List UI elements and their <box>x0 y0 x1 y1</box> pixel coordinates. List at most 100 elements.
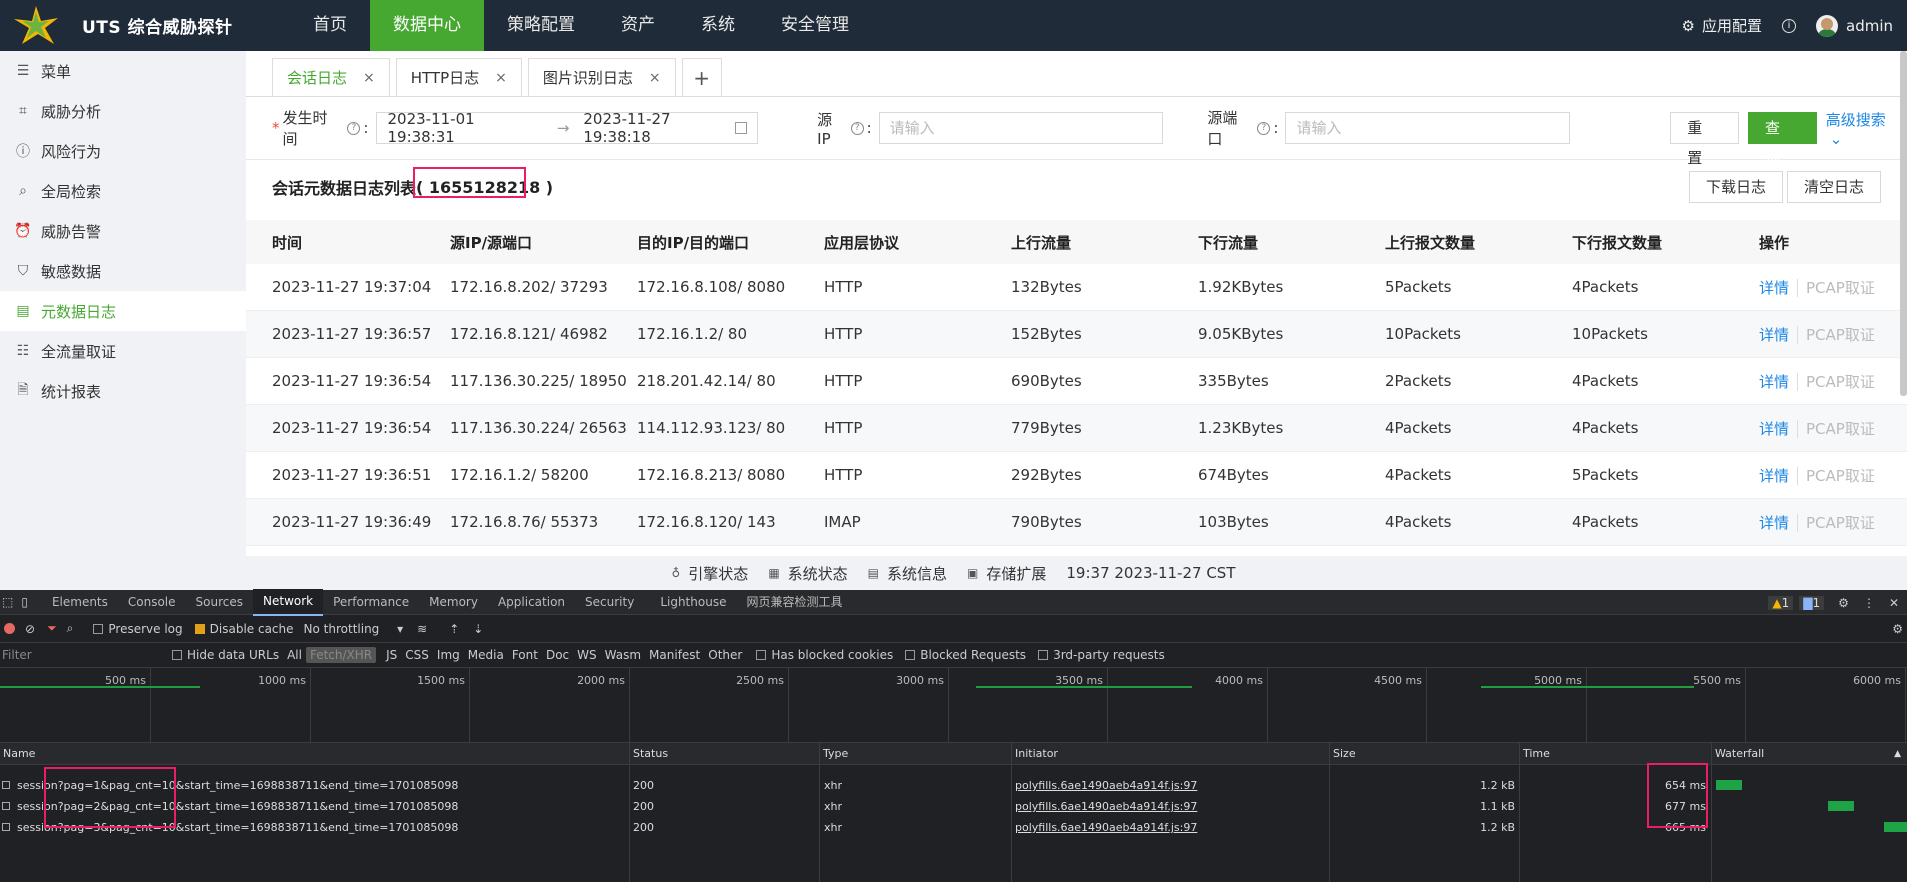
table-row[interactable]: 2023-11-27 19:37:04 172.16.8.202/ 37293 17… <box>246 264 1907 311</box>
date-range-picker[interactable]: 2023-11-01 19:38:31 → 2023-11-27 19:38:1… <box>376 110 759 146</box>
logo[interactable]: UTS 综合威胁探针 <box>0 0 290 51</box>
vertical-scrollbar[interactable] <box>1900 51 1907 396</box>
detail-link[interactable]: 详情 <box>1759 373 1789 391</box>
type-filter-wasm[interactable]: Wasm <box>605 648 641 662</box>
pcap-link[interactable]: PCAP取证 <box>1797 372 1875 391</box>
engine-status[interactable]: ♁ 引擎状态 <box>672 563 749 584</box>
filter-icon[interactable]: ⏷ <box>47 621 57 636</box>
nav-system[interactable]: 系统 <box>678 0 758 51</box>
warning-badge[interactable]: ▲1 <box>1768 595 1794 610</box>
type-filter-doc[interactable]: Doc <box>546 648 569 662</box>
column-header[interactable]: 应用层协议 <box>798 232 985 253</box>
table-row[interactable]: 2023-11-27 19:36:51 172.16.1.2/ 58200 172.… <box>246 452 1907 499</box>
request-initiator[interactable]: polyfills.6ae1490aeb4a914f.js:97 <box>1015 796 1197 817</box>
clear-icon[interactable]: ⊘ <box>25 622 35 636</box>
system-info[interactable]: ▤ 系统信息 <box>868 563 947 584</box>
sidebar-item-sensitive-data[interactable]: ⛉ 敏感数据 <box>0 251 246 291</box>
help-icon[interactable]: ? <box>347 121 361 135</box>
request-initiator[interactable]: polyfills.6ae1490aeb4a914f.js:97 <box>1015 817 1197 838</box>
detail-link[interactable]: 详情 <box>1759 467 1789 485</box>
devtools-tab-elements[interactable]: Elements <box>42 590 118 615</box>
network-column-header[interactable]: Time <box>1519 743 1550 765</box>
preserve-log-checkbox[interactable] <box>93 623 104 634</box>
tab-http-log[interactable]: HTTP日志 × <box>395 58 522 96</box>
column-header[interactable]: 上行报文数量 <box>1359 232 1546 253</box>
nav-security[interactable]: 安全管理 <box>758 0 872 51</box>
blocked-cookies-checkbox[interactable] <box>756 650 767 660</box>
network-column-header[interactable]: Initiator <box>1011 743 1058 765</box>
throttling-select[interactable]: No throttling ▾ <box>304 622 404 636</box>
sidebar-item-global-search[interactable]: ⌕ 全局检索 <box>0 171 246 211</box>
column-header[interactable]: 目的IP/目的端口 <box>611 232 798 253</box>
tab-session-log[interactable]: 会话日志 × <box>272 58 390 96</box>
message-badge[interactable]: ▇1 <box>1799 595 1825 610</box>
export-icon[interactable]: ⇣ <box>473 622 483 636</box>
devtools-tab-compat[interactable]: 网页兼容检测工具 <box>736 590 852 615</box>
column-header[interactable]: 下行报文数量 <box>1546 232 1733 253</box>
tab-image-log[interactable]: 图片识别日志 × <box>527 58 676 96</box>
close-icon[interactable]: × <box>363 70 375 86</box>
table-row[interactable]: 2023-11-27 19:36:54 117.136.30.224/ 26563… <box>246 405 1907 452</box>
network-request-row[interactable]: session?pag=3&pag_cnt=10&start_time=1698… <box>0 817 1907 838</box>
app-config-button[interactable]: ⚙ 应用配置 <box>1682 15 1762 36</box>
devtools-tab-sources[interactable]: Sources <box>186 590 253 615</box>
nav-data-center[interactable]: 数据中心 <box>370 0 484 51</box>
table-row[interactable]: 2023-11-27 19:36:49 172.16.8.76/ 55373 172… <box>246 499 1907 546</box>
devtools-tab-lighthouse[interactable]: Lighthouse <box>650 590 736 615</box>
third-party-checkbox[interactable] <box>1038 650 1049 660</box>
column-header[interactable]: 时间 <box>246 232 424 253</box>
query-button[interactable]: 查 询 <box>1747 112 1817 167</box>
user-menu[interactable]: admin <box>1816 14 1893 37</box>
devtools-tab-memory[interactable]: Memory <box>419 590 488 615</box>
device-toggle-icon[interactable]: ▯ <box>21 595 28 609</box>
import-icon[interactable]: ⇡ <box>449 622 459 636</box>
filter-input[interactable]: Filter <box>0 646 160 664</box>
advanced-search-link[interactable]: 高级搜索 ⌄ <box>1826 109 1907 148</box>
type-filter-manifest[interactable]: Manifest <box>649 648 700 662</box>
nav-assets[interactable]: 资产 <box>598 0 678 51</box>
detail-link[interactable]: 详情 <box>1759 514 1789 532</box>
column-header[interactable]: 上行流量 <box>985 232 1172 253</box>
sidebar-item-full-traffic[interactable]: ☷ 全流量取证 <box>0 331 246 371</box>
wifi-icon[interactable]: ≋ <box>417 622 427 636</box>
close-icon[interactable]: ✕ <box>1889 596 1899 610</box>
pcap-link[interactable]: PCAP取证 <box>1797 278 1875 297</box>
detail-link[interactable]: 详情 <box>1759 420 1789 438</box>
blocked-requests-checkbox[interactable] <box>905 650 916 660</box>
disable-cache-checkbox[interactable] <box>194 623 205 634</box>
hide-data-urls-checkbox[interactable] <box>172 650 182 660</box>
nav-policy[interactable]: 策略配置 <box>484 0 598 51</box>
network-settings-icon[interactable]: ⚙ <box>1892 622 1903 636</box>
src-ip-input[interactable]: 请输入 <box>878 112 1164 144</box>
network-request-row[interactable]: session?pag=1&pag_cnt=10&start_time=1698… <box>0 775 1907 796</box>
storage-extension[interactable]: ▣ 存储扩展 <box>967 563 1046 584</box>
clear-log-button[interactable]: 清空日志 <box>1787 171 1882 203</box>
devtools-tab-network[interactable]: Network <box>253 588 324 616</box>
info-icon[interactable]: i <box>1782 18 1796 33</box>
detail-link[interactable]: 详情 <box>1759 326 1789 344</box>
type-filter-img[interactable]: Img <box>437 648 460 662</box>
sidebar-item-risk-behavior[interactable]: ⓘ 风险行为 <box>0 131 246 171</box>
search-icon[interactable]: ⌕ <box>67 621 74 636</box>
sidebar-item-menu[interactable]: ☰ 菜单 <box>0 51 246 91</box>
network-column-header[interactable]: Size <box>1329 743 1356 765</box>
pcap-link[interactable]: PCAP取证 <box>1797 419 1875 438</box>
type-filter-xhr[interactable]: Fetch/XHR <box>305 647 377 663</box>
system-status[interactable]: ▦ 系统状态 <box>768 563 847 584</box>
table-row[interactable]: 2023-11-27 19:36:57 172.16.8.121/ 46982 17… <box>246 311 1907 358</box>
nav-home[interactable]: 首页 <box>290 0 370 51</box>
type-filter-font[interactable]: Font <box>512 648 538 662</box>
download-log-button[interactable]: 下载日志 <box>1689 171 1784 203</box>
sidebar-item-threat-alarm[interactable]: ⏰ 威胁告警 <box>0 211 246 251</box>
help-icon[interactable]: ? <box>1257 121 1271 135</box>
network-column-header[interactable]: Status <box>629 743 668 765</box>
network-column-header[interactable]: Type <box>819 743 848 765</box>
type-filter-js[interactable]: JS <box>386 648 397 662</box>
sidebar-item-reports[interactable]: 🗎 统计报表 <box>0 371 246 411</box>
detail-link[interactable]: 详情 <box>1759 279 1789 297</box>
devtools-tab-application[interactable]: Application <box>488 590 575 615</box>
type-filter-ws[interactable]: WS <box>577 648 596 662</box>
devtools-tab-security[interactable]: Security <box>575 590 644 615</box>
record-icon[interactable] <box>4 623 15 634</box>
request-initiator[interactable]: polyfills.6ae1490aeb4a914f.js:97 <box>1015 775 1197 796</box>
